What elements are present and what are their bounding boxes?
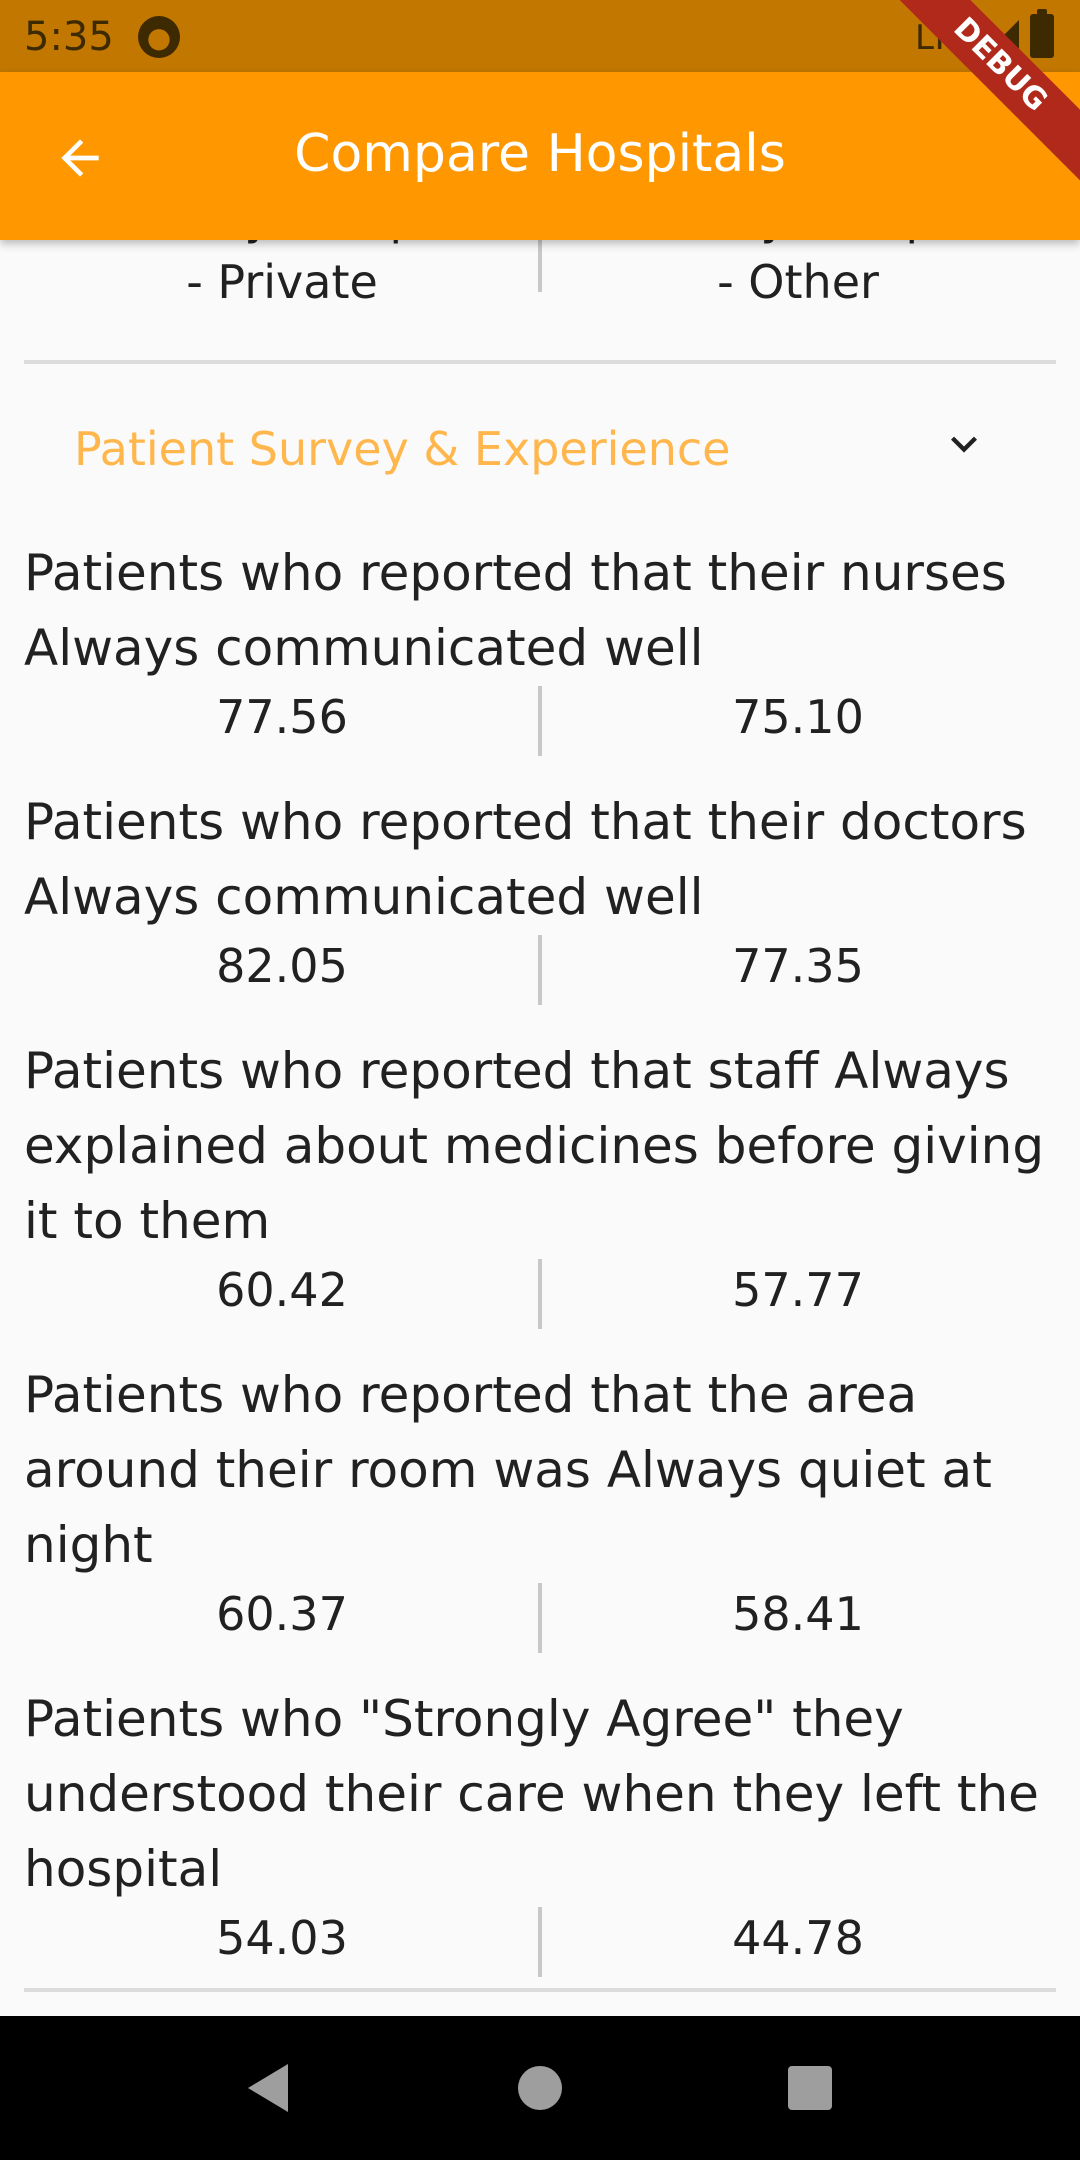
section-divider — [24, 360, 1056, 364]
page-title: Compare Hospitals — [294, 124, 786, 184]
left-hospital-type: Voluntary non-profit - Private — [24, 240, 540, 344]
nav-home-icon[interactable] — [518, 2066, 562, 2110]
metric-left-value: 82.05 — [216, 939, 348, 993]
metric-item: Patients who reported that their doctors… — [24, 785, 1056, 1005]
metric-item: Patients who reported that staff Always … — [24, 1034, 1056, 1329]
status-time: 5:35 — [24, 14, 114, 60]
metric-label: Patients who "Strongly Agree" they under… — [24, 1690, 1039, 1898]
column-divider — [538, 240, 542, 292]
nav-back-icon[interactable] — [244, 2062, 292, 2114]
metric-right-value: 44.78 — [732, 1911, 864, 1965]
metric-item: Patients who reported that the area arou… — [24, 1358, 1056, 1653]
metric-left-value: 54.03 — [216, 1911, 348, 1965]
metric-right-value: 58.41 — [732, 1587, 864, 1641]
battery-icon — [1030, 9, 1054, 58]
metric-label: Patients who reported that the area arou… — [24, 1366, 992, 1574]
section-divider — [24, 1988, 1056, 1992]
metric-label: Patients who reported that their nurses … — [24, 544, 1007, 677]
right-type-line2: - Other — [717, 255, 879, 309]
metric-left-value: 60.37 — [216, 1587, 348, 1641]
metric-label: Patients who reported that their doctors… — [24, 793, 1027, 926]
right-type-line1: Voluntary non-profit — [540, 240, 1056, 250]
left-type-line2: - Private — [186, 255, 378, 309]
metric-left-value: 77.56 — [216, 690, 348, 744]
metric-item: Patients who reported that their nurses … — [24, 536, 1056, 756]
metric-item: Patients who "Strongly Agree" they under… — [24, 1682, 1056, 1977]
left-type-line1: Voluntary non-profit — [24, 240, 540, 250]
metric-right-value: 57.77 — [732, 1263, 864, 1317]
metric-right-value: 75.10 — [732, 690, 864, 744]
app-bar: Compare Hospitals — [0, 72, 1080, 240]
metric-label: Patients who reported that staff Always … — [24, 1042, 1045, 1250]
metric-left-value: 60.42 — [216, 1263, 348, 1317]
right-hospital-type: Voluntary non-profit - Other — [540, 240, 1056, 344]
metric-right-value: 77.35 — [732, 939, 864, 993]
compare-content[interactable]: Voluntary non-profit - Private Voluntary… — [0, 240, 1080, 2016]
chevron-down-icon[interactable] — [938, 418, 990, 470]
section-title[interactable]: Patient Survey & Experience — [74, 422, 730, 476]
nav-recents-icon[interactable] — [788, 2066, 832, 2110]
app-notification-icon: ● — [138, 16, 180, 58]
system-nav-bar — [0, 2016, 1080, 2160]
hospital-type-row: Voluntary non-profit - Private Voluntary… — [24, 240, 1056, 344]
